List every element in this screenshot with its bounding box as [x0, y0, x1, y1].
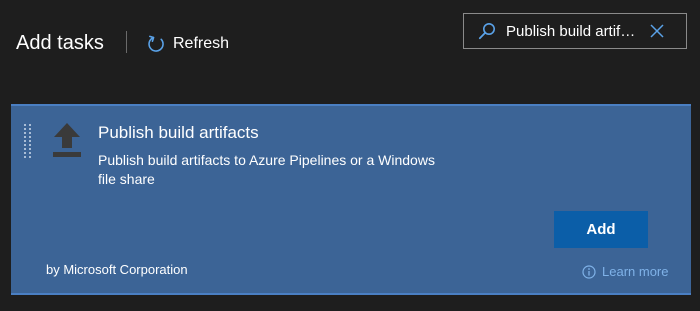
- page-title: Add tasks: [16, 32, 104, 54]
- refresh-icon: [148, 35, 164, 52]
- info-icon: [582, 264, 596, 279]
- upload-arrow-icon: [53, 123, 81, 157]
- header-divider: [126, 31, 127, 53]
- task-description: Publish build artifacts to Azure Pipelin…: [98, 152, 435, 187]
- task-title: Publish build artifacts: [98, 123, 259, 142]
- panel-header: Add tasks Refresh: [0, 0, 700, 104]
- close-icon[interactable]: [650, 24, 664, 38]
- refresh-label: Refresh: [173, 35, 230, 52]
- task-card[interactable]: Publish build artifacts Publish build ar…: [11, 104, 691, 295]
- learn-more-link[interactable]: Learn more: [582, 264, 668, 279]
- learn-more-label: Learn more: [602, 264, 669, 279]
- search-box[interactable]: [463, 13, 687, 49]
- refresh-button[interactable]: Refresh: [146, 31, 229, 57]
- task-publisher: by Microsoft Corporation: [46, 262, 188, 277]
- search-icon: [478, 23, 495, 40]
- search-input[interactable]: [506, 22, 636, 40]
- add-button[interactable]: Add: [554, 211, 648, 248]
- drag-handle-icon[interactable]: [24, 124, 32, 158]
